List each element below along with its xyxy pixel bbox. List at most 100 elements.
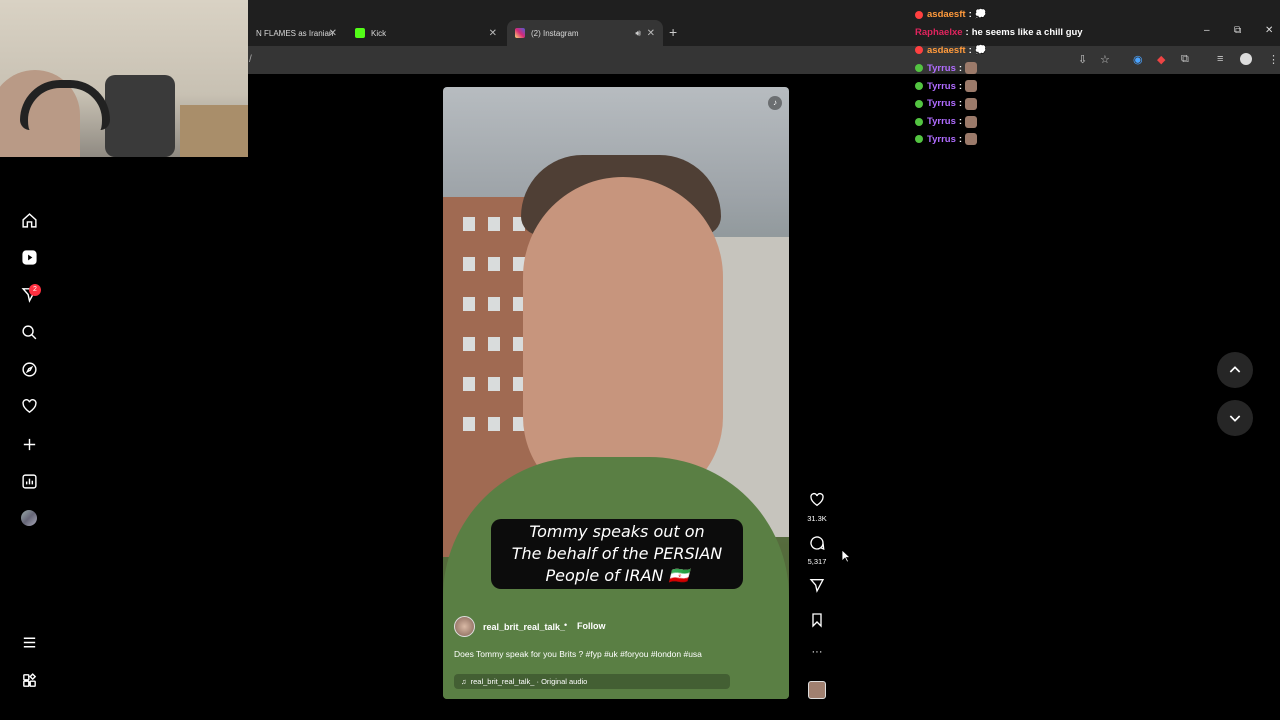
chat-message: asdaesft : 💭 bbox=[915, 42, 1115, 60]
badge-icon bbox=[915, 135, 923, 144]
chat-user: Tyrrus bbox=[927, 62, 956, 74]
url-fragment[interactable]: / bbox=[249, 54, 252, 65]
audio-attribution[interactable]: ♫ real_brit_real_talk_ · Original audio bbox=[454, 674, 730, 689]
chevron-up-icon bbox=[1229, 366, 1241, 373]
chat-sep: : bbox=[958, 80, 963, 92]
stream-chat: asdaesft : 💭 Raphaelxe : he seems like a… bbox=[915, 6, 1115, 148]
heart-icon bbox=[810, 492, 824, 507]
share-button[interactable] bbox=[805, 577, 829, 598]
like-button[interactable]: 31.3K bbox=[805, 492, 829, 523]
explore-icon[interactable] bbox=[19, 359, 39, 379]
more-options-button[interactable]: ··· bbox=[805, 646, 829, 658]
chat-user: Tyrrus bbox=[927, 80, 956, 92]
tab-instagram[interactable]: (2) Instagram 🔊︎ ✕ bbox=[507, 20, 663, 46]
threads-icon[interactable] bbox=[19, 670, 39, 690]
share-icon bbox=[809, 579, 825, 593]
chat-sep: : bbox=[958, 133, 963, 145]
tab-title: (2) Instagram bbox=[531, 28, 579, 38]
chat-sep: : bbox=[965, 27, 969, 39]
badge-icon bbox=[915, 64, 923, 73]
chat-sep: : bbox=[968, 44, 972, 56]
chat-sep: : bbox=[968, 9, 972, 21]
emote-icon bbox=[965, 115, 978, 128]
caption-line: The behalf of the PERSIAN bbox=[511, 544, 723, 563]
tab-iranian[interactable]: N FLAMES as Iranian ✕ bbox=[248, 20, 345, 46]
minimize-button[interactable]: – bbox=[1204, 25, 1210, 36]
chat-message: Raphaelxe : he seems like a chill guy bbox=[915, 24, 1115, 42]
tab-kick[interactable]: Kick ✕ bbox=[347, 20, 505, 46]
separator-dot: • bbox=[564, 620, 568, 630]
chat-message: Tyrrus : bbox=[915, 59, 1115, 77]
comment-button[interactable]: 5,317 bbox=[805, 535, 829, 566]
bookmark-icon bbox=[812, 613, 822, 628]
emote-icon bbox=[965, 97, 978, 110]
chat-message: Tyrrus : bbox=[915, 113, 1115, 131]
dashboard-icon[interactable] bbox=[19, 471, 39, 491]
volume-icon[interactable]: ♪ bbox=[768, 96, 782, 110]
media-control-icon[interactable]: ≡ bbox=[1217, 53, 1223, 65]
kick-icon bbox=[355, 28, 365, 38]
notification-badge: 2 bbox=[29, 284, 41, 296]
webcam-overlay bbox=[0, 0, 248, 157]
tab-audio-icon[interactable]: 🔊︎ bbox=[635, 28, 641, 39]
chat-message: Tyrrus : bbox=[915, 131, 1115, 149]
create-icon[interactable] bbox=[19, 434, 39, 454]
next-reel-button[interactable] bbox=[1217, 400, 1253, 436]
close-window-button[interactable]: ✕ bbox=[1265, 25, 1273, 36]
extension-icon[interactable]: ◉ bbox=[1133, 53, 1143, 66]
extension-icon[interactable]: ◆ bbox=[1157, 53, 1165, 66]
chat-text: he seems like a chill guy bbox=[971, 27, 1083, 39]
like-count: 31.3K bbox=[807, 514, 827, 523]
chat-user: Tyrrus bbox=[927, 98, 956, 110]
speech-bubble-icon: 💭 bbox=[974, 44, 987, 56]
instagram-icon bbox=[515, 28, 525, 38]
chat-sep: : bbox=[958, 98, 963, 110]
video-caption-overlay: Tommy speaks out on The behalf of the PE… bbox=[491, 519, 743, 589]
audio-thumbnail[interactable] bbox=[808, 681, 826, 699]
browser-menu-icon[interactable]: ⋮ bbox=[1268, 53, 1279, 66]
badge-icon bbox=[915, 117, 923, 126]
home-icon[interactable] bbox=[19, 210, 39, 230]
mouse-cursor-icon bbox=[841, 549, 851, 563]
chevron-down-icon bbox=[1229, 415, 1241, 422]
caption-line: Tommy speaks out on bbox=[529, 522, 705, 541]
caption-line: People of IRAN 🇮🇷 bbox=[545, 566, 689, 585]
reel-video[interactable] bbox=[443, 87, 789, 699]
menu-icon[interactable] bbox=[19, 632, 39, 652]
emote-icon bbox=[965, 62, 978, 75]
music-note-icon: ♫ bbox=[461, 677, 467, 686]
emote-icon bbox=[965, 80, 978, 93]
extensions-puzzle-icon[interactable]: ⧉ bbox=[1181, 53, 1189, 66]
close-tab-icon[interactable]: ✕ bbox=[329, 28, 337, 39]
maximize-button[interactable]: ⧉ bbox=[1234, 25, 1241, 36]
chat-user: Tyrrus bbox=[927, 116, 956, 128]
speech-bubble-icon: 💭 bbox=[974, 9, 987, 21]
author-username[interactable]: real_brit_real_talk_ bbox=[483, 622, 565, 632]
profile-avatar[interactable] bbox=[21, 510, 37, 526]
notifications-icon[interactable] bbox=[19, 396, 39, 416]
reels-icon[interactable] bbox=[19, 247, 39, 267]
badge-icon bbox=[915, 46, 923, 55]
chat-user: Raphaelxe bbox=[915, 27, 963, 39]
chat-sep: : bbox=[958, 116, 963, 128]
badge-icon bbox=[915, 99, 923, 108]
emote-icon bbox=[965, 133, 978, 146]
search-icon[interactable] bbox=[19, 322, 39, 342]
close-tab-icon[interactable]: ✕ bbox=[647, 28, 655, 39]
chat-message: Tyrrus : bbox=[915, 95, 1115, 113]
tab-title: N FLAMES as Iranian bbox=[256, 28, 334, 38]
new-tab-button[interactable]: + bbox=[669, 24, 677, 40]
save-button[interactable] bbox=[805, 612, 829, 633]
comment-icon bbox=[810, 536, 825, 551]
previous-reel-button[interactable] bbox=[1217, 352, 1253, 388]
chat-message: asdaesft : 💭 bbox=[915, 6, 1115, 24]
audio-label: real_brit_real_talk_ · Original audio bbox=[470, 677, 588, 686]
chat-sep: : bbox=[958, 62, 963, 74]
chat-message: Tyrrus : bbox=[915, 77, 1115, 95]
profile-icon[interactable] bbox=[1240, 53, 1252, 65]
close-tab-icon[interactable]: ✕ bbox=[489, 28, 497, 39]
comment-count: 5,317 bbox=[807, 557, 827, 566]
follow-button[interactable]: Follow bbox=[577, 621, 606, 631]
chat-user: Tyrrus bbox=[927, 133, 956, 145]
author-avatar[interactable] bbox=[454, 616, 475, 637]
